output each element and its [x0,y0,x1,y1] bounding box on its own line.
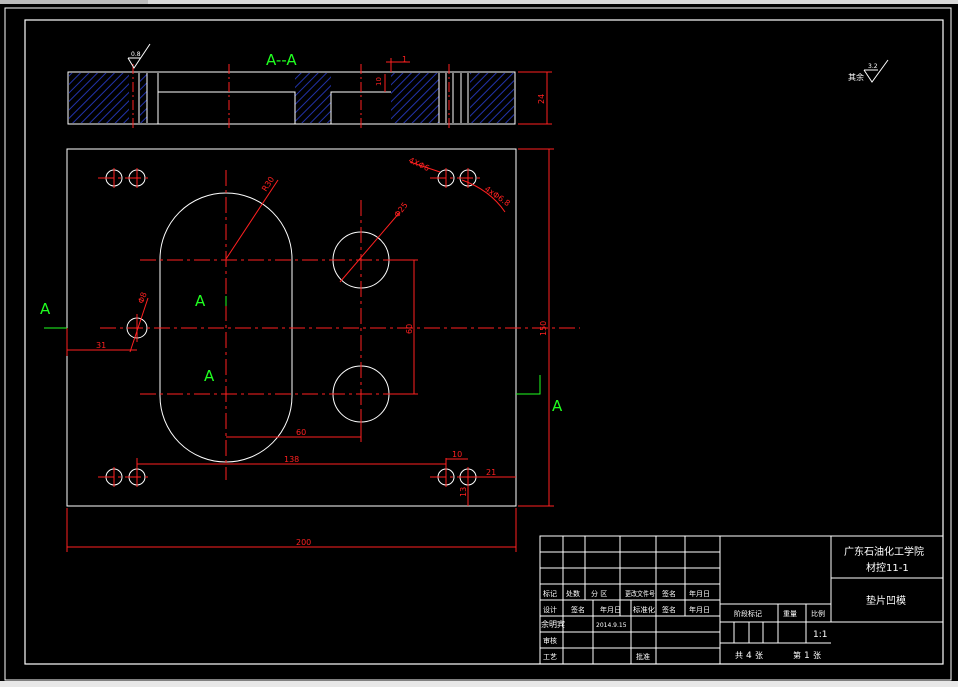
roughness-corner-text: 其余 [848,72,864,82]
cad-drawing-canvas: A--A 0.8 1 10 24 A A A A R30 Φ25 Φ8 4XΦ6… [0,0,958,687]
roughness-section-value: 0.8 [131,51,141,58]
roughness-corner-value: 3.2 [868,63,878,70]
tb-part-name: 垫片凹模 [866,594,906,607]
tb-designer: 余明宾 [541,619,565,629]
tb-weight: 重量 [783,610,797,618]
hatch-right [391,73,439,123]
dim-60: 60 [296,428,306,437]
tb-page-n: 1 [804,651,810,661]
tb-sign2: 签名 [571,605,585,614]
centerlines [98,170,580,480]
tb-col-count: 处数 [566,589,580,598]
tb-date3: 年月日 [689,605,710,614]
section-pocket [157,91,296,124]
dimension-lines [66,148,554,552]
tb-std: 标准化 [633,605,655,614]
tb-col-docno: 更改文件号 [625,589,655,598]
tb-sheets: 张 [755,651,763,660]
tb-date2: 年月日 [600,605,621,614]
inner-label-2: A [204,367,215,385]
hatch-right-2 [470,73,514,123]
dim-holes: 4XΦ6 [407,156,431,173]
tb-total-n: 4 [746,651,752,661]
tb-school: 广东石油化工学院 [844,545,924,558]
tb-design-date: 2014.9.15 [596,622,627,629]
leader-r30 [225,179,279,260]
dim-150: 150 [539,321,548,336]
dim-31: 31 [96,341,106,350]
cut-label-right: A [552,397,563,415]
dim-sec-10: 10 [375,77,383,86]
tb-scale: 比例 [811,609,825,618]
tb-col-sign: 签名 [662,589,676,598]
hatch-mid [295,73,331,123]
leader-phi25 [339,211,401,283]
dim-13: 13 [459,487,468,497]
tb-scale-value: 1:1 [813,630,827,640]
tb-process: 工艺 [543,653,557,661]
tb-sheet: 张 [813,651,821,660]
leader-phi8 [129,297,149,353]
tb-sign3: 签名 [662,605,676,614]
dim-21: 21 [486,468,496,477]
dim-holes2: 4xΦ6.8 [483,184,512,208]
tb-col-mark: 标记 [543,589,557,598]
section-title: A--A [266,51,297,69]
hatch-left-2 [140,73,147,123]
cut-label-left: A [40,300,51,318]
tb-check: 审核 [543,636,557,645]
window-bottom-strip [0,681,958,687]
dim-138: 138 [284,455,299,464]
inner-label-1: A [195,292,206,310]
dim-sec-1: 1 [402,55,407,64]
dim-200: 200 [296,538,311,547]
dim-r30: R30 [260,175,276,193]
tb-design: 设计 [543,605,557,614]
hatch-left [69,73,129,123]
dim-60v: 60 [405,324,414,334]
tb-approve: 批准 [636,652,650,661]
tb-class: 材控11-1 [866,561,909,574]
tb-total: 共 [735,651,743,660]
tb-col-zone: 分 区 [591,589,607,598]
dim-phi25: Φ25 [392,201,409,220]
window-tab [0,0,148,4]
tb-col-date: 年月日 [689,589,710,598]
section-outline [67,71,516,125]
section-view [67,43,552,130]
dim-10: 10 [452,450,462,459]
plan-view [44,148,580,552]
tb-stage-mark: 阶段标记 [734,609,762,618]
cut-mark-right [516,375,541,395]
dim-sec-24: 24 [537,94,546,104]
tb-page: 第 [793,650,801,660]
